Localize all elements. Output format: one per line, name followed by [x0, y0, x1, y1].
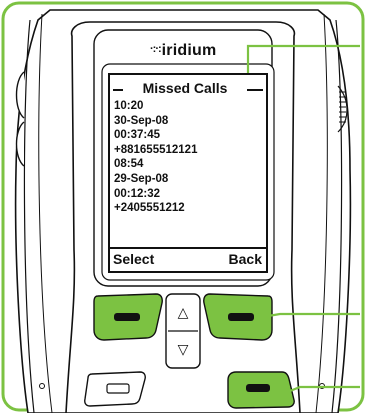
select-softkey-label[interactable]: Select — [113, 251, 154, 267]
screen-title-bar: Missed Calls — [110, 80, 266, 97]
brand-dots: ·:·: — [150, 43, 162, 55]
call-date-2: 29-Sep-08 — [114, 172, 169, 185]
call-number-2: +2405551212 — [114, 202, 185, 215]
call-duration-2: 00:12:32 — [114, 187, 161, 200]
title-rule-right — [247, 89, 263, 91]
call-time-2[interactable]: 08:54 — [114, 157, 197, 172]
brand-logo: ·:·:iridium — [150, 42, 250, 60]
right-softkey[interactable] — [204, 294, 272, 340]
down-arrow-icon: ▽ — [177, 341, 189, 357]
brand-name: iridium — [161, 42, 217, 59]
softkey-bar: Select Back — [110, 247, 266, 271]
clear-key-button[interactable] — [85, 372, 147, 408]
back-softkey-label[interactable]: Back — [229, 251, 262, 267]
missed-calls-list[interactable]: 10:20 30-Sep-08 00:37:45 +881655512121 0… — [114, 99, 197, 216]
call-duration-1: 00:37:45 — [114, 129, 161, 142]
call-number-1: +881655512121 — [114, 143, 198, 156]
send-key-button[interactable] — [228, 372, 294, 408]
title-rule-left — [113, 89, 123, 91]
side-button-upper — [15, 71, 25, 119]
call-time-1[interactable]: 10:20 — [114, 99, 197, 114]
nav-down-key[interactable]: ▽ — [166, 331, 200, 368]
phone-screen: Missed Calls 10:20 30-Sep-08 00:37:45 +8… — [108, 73, 268, 273]
call-date-1: 30-Sep-08 — [114, 114, 169, 127]
left-softkey[interactable] — [94, 294, 162, 340]
nav-up-key[interactable]: △ — [166, 294, 200, 331]
screen-title: Missed Calls — [142, 80, 228, 96]
up-arrow-icon: △ — [177, 304, 189, 320]
